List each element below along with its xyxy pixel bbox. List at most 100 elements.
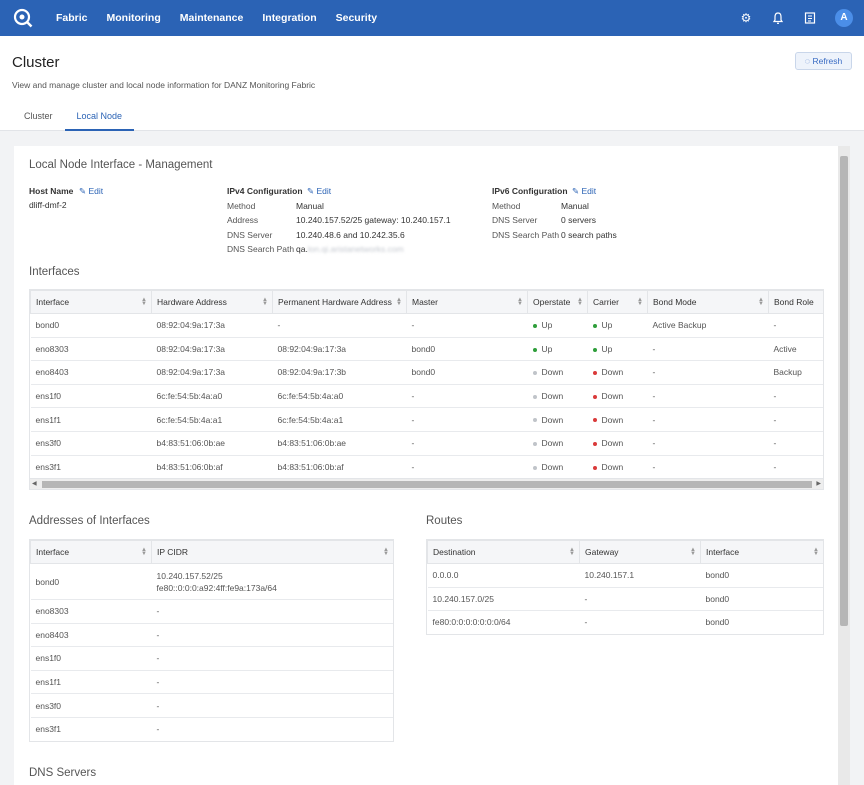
status-text: Down [541,461,564,472]
status-dot-icon [532,347,537,352]
column-header[interactable]: Bond Role▲▼ [768,290,823,314]
addresses-section-title: Addresses of Interfaces [29,515,150,527]
ipv6-key: Method [492,201,521,211]
tab-local-node[interactable]: Local Node [64,106,135,131]
carrier-cell: Down [587,360,648,385]
column-header[interactable]: Permanent Hardware Address ▲ ▼ [272,290,407,314]
pencil-icon: ✎ [307,186,315,196]
bond-mode-cell: Active Backup [647,313,769,338]
routes-table-container: Destination ▲ ▼ Gateway ▲ ▼ Interface ▲ ▼ 0.0.… [426,539,824,635]
nav-integration[interactable]: Integration [262,12,316,24]
status-text: Up [541,343,553,354]
horizontal-scrollbar[interactable]: ◀ ▶ [30,478,823,489]
column-header[interactable]: Hardware Address ▲ ▼ [151,290,273,314]
table-row[interactable]: 10.240.157.0/25- bond0 [427,587,823,612]
scrollbar-thumb[interactable] [42,481,812,488]
tab-cluster[interactable]: Cluster [12,106,65,131]
scroll-right-icon[interactable]: ▶ [816,479,821,489]
sort-icon: ▲ ▼ [517,297,523,307]
master-cell: - [406,455,528,480]
dns-servers-section-title: DNS Servers [29,767,97,779]
hardware-address-cell: 08:92:04:9a:17:3a [151,313,273,338]
table-row[interactable]: bond0 08:92:04:9a:17:3a - - Up Up Active Backu… [30,313,823,338]
table-row[interactable]: ens1f0 6c:fe:54:5b:4a:a0 6c:fe:54:5b:4a:a0… [30,384,823,409]
status-text: Down [601,367,624,378]
status-text: Down [601,391,624,402]
table-row[interactable]: ens1f1- [30,670,393,695]
edit-label: Edit [88,186,104,196]
column-header[interactable]: Destination ▲ ▼ [427,540,580,564]
table-row[interactable]: ens3f1 b4:83:51:06:0b:af b4:83:51:06:0b:af… [30,455,823,480]
table-row[interactable]: ens1f0- [30,646,393,671]
table-row[interactable]: ens3f1- [30,717,393,741]
column-header[interactable]: Carrier ▲ ▼ [587,290,648,314]
routes-table: Destination ▲ ▼ Gateway ▲ ▼ Interface ▲ ▼ 0.0.… [427,540,823,634]
refresh-label: Refresh [812,56,843,66]
status-dot-icon [592,324,597,329]
gateway-cell: - [579,587,701,612]
settings-icon[interactable]: ⚙ [739,11,753,25]
refresh-icon: ◌ [804,56,811,66]
table-row[interactable]: ens3f0- [30,693,393,718]
host-name-edit-link[interactable]: ✎ Edit [79,186,103,197]
ipv4-value: 10.240.48.6 and 10.242.35.6 [296,230,405,240]
carrier-cell: Down [587,455,648,480]
operstate-cell: Up [527,313,588,338]
docs-icon[interactable] [803,11,817,25]
ipv4-value: qa.lon.qi.aristanetworks.com [296,244,404,254]
ipv6-edit-link[interactable]: ✎ Edit [572,186,596,197]
bell-icon[interactable] [771,11,785,25]
sort-icon: ▲ ▼ [813,547,819,557]
ip-cidr-value: - [156,700,160,711]
vertical-scrollbar[interactable] [838,146,850,785]
table-row[interactable]: bond0 10.240.157.52/25 fe80::0:0:0:a92:4ff… [30,563,393,600]
dns-search-path-value: qa. [296,244,308,254]
bond-role-cell: - [768,407,823,432]
table-row[interactable]: eno8303 08:92:04:9a:17:3a 08:92:04:9a:17:3… [30,337,823,362]
column-header[interactable]: Gateway ▲ ▼ [579,540,701,564]
hardware-address-cell: b4:83:51:06:0b:af [151,455,273,480]
column-header[interactable]: Master ▲ ▼ [406,290,528,314]
column-header[interactable]: Interface ▲ ▼ [30,540,152,564]
table-row[interactable]: eno8303- [30,599,393,624]
edit-label: Edit [581,186,597,196]
column-header[interactable]: Bond Mode ▲ ▼ [647,290,769,314]
nav-security[interactable]: Security [336,12,377,24]
table-row[interactable]: eno8403 08:92:04:9a:17:3a 08:92:04:9a:17:3… [30,360,823,385]
ipv4-edit-link[interactable]: ✎ Edit [307,186,331,197]
ipv4-key: DNS Server [227,230,273,240]
column-header[interactable]: Operstate ▲ ▼ [527,290,588,314]
destination-cell: fe80:0:0:0:0:0:0:0/64 [427,610,580,634]
column-header[interactable]: Interface ▲ ▼ [700,540,823,564]
table-row[interactable]: eno8403- [30,623,393,648]
table-row[interactable]: ens1f1 6c:fe:54:5b:4a:a1 6c:fe:54:5b:4a:a1… [30,407,823,432]
user-avatar[interactable]: A [835,9,853,27]
nav-maintenance[interactable]: Maintenance [180,12,244,24]
interface-cell: ens1f0 [30,646,152,671]
table-row[interactable]: fe80:0:0:0:0:0:0:0/64- bond0 [427,610,823,634]
column-header[interactable]: Interface ▲ ▼ [30,290,152,314]
scrollbar-thumb[interactable] [840,156,848,626]
table-row[interactable]: ens3f0 b4:83:51:06:0b:ae b4:83:51:06:0b:ae… [30,431,823,456]
nav-monitoring[interactable]: Monitoring [107,12,161,24]
nav-fabric[interactable]: Fabric [56,12,88,24]
column-header[interactable]: IP CIDR ▲ ▼ [151,540,393,564]
refresh-button[interactable]: ◌ Refresh [795,52,852,70]
status-dot-icon [592,418,597,423]
sort-icon: ▲ ▼ [569,547,575,557]
hardware-address-cell: 08:92:04:9a:17:3a [151,337,273,362]
ipv6-config-label: IPv6 Configuration [492,186,568,196]
ipv4-value: 10.240.157.52/25 gateway: 10.240.157.1 [296,215,451,225]
logo-icon[interactable] [13,8,33,28]
sort-icon: ▲ ▼ [141,547,147,557]
permanent-hardware-address-cell: 6c:fe:54:5b:4a:a0 [272,384,407,409]
scroll-left-icon[interactable]: ◀ [32,479,37,489]
table-row[interactable]: 0.0.0.0 10.240.157.1 bond0 [427,563,823,588]
permanent-hardware-address-cell: 08:92:04:9a:17:3b [272,360,407,385]
operstate-cell: Up [527,337,588,362]
carrier-cell: Up [587,337,648,362]
addresses-table: Interface ▲ ▼ IP CIDR ▲ ▼ bond0 10.240.157.52… [30,540,393,741]
interface-cell: ens3f0 [30,431,152,456]
ip-cidr-value: - [156,629,160,640]
table-header-row: Interface ▲ ▼ Hardware Address ▲ ▼ Permanent… [30,290,823,314]
